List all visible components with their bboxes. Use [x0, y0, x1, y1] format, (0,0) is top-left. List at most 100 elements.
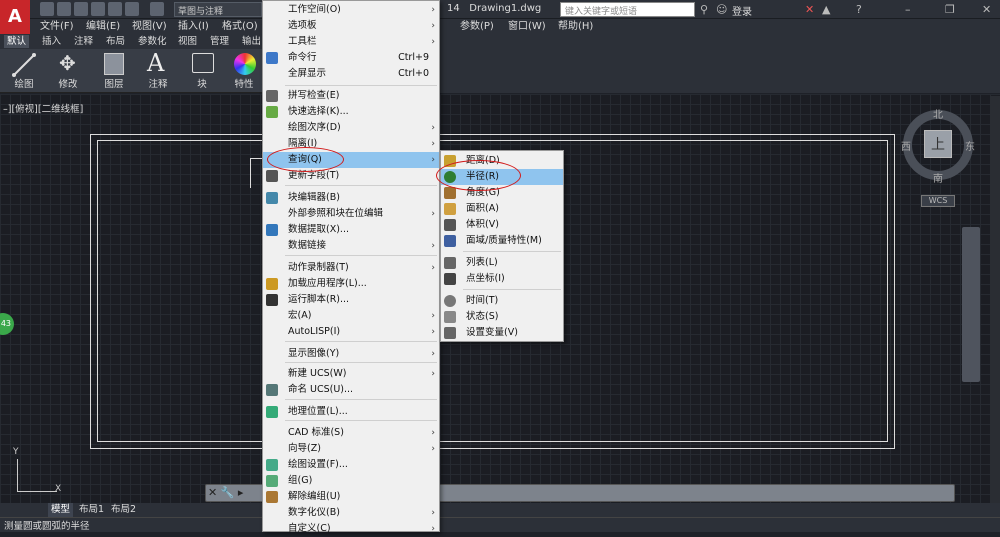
- block-button[interactable]: 块: [182, 49, 222, 93]
- save-as-icon[interactable]: [91, 2, 105, 16]
- tools-menu-item[interactable]: 绘图次序(D) ›: [263, 120, 439, 136]
- close-icon[interactable]: ✕: [982, 3, 991, 16]
- tools-menu-item[interactable]: 全屏显示 Ctrl+0: [263, 66, 439, 82]
- tools-menu-item[interactable]: 选项板 ›: [263, 18, 439, 34]
- minimize-icon[interactable]: –: [905, 3, 911, 16]
- drafting-settings-icon: [266, 459, 278, 471]
- tab-output[interactable]: 输出: [242, 35, 261, 48]
- compass-west[interactable]: 西: [901, 138, 911, 153]
- tools-menu-item-label: 新建 UCS(W): [288, 368, 347, 379]
- tab-parametric[interactable]: 参数化: [138, 35, 167, 48]
- open-file-icon[interactable]: [57, 2, 71, 16]
- search-input[interactable]: 键入关键字或短语: [560, 2, 695, 17]
- tab-manage[interactable]: 管理: [210, 35, 229, 48]
- tools-menu-item[interactable]: 工具栏 ›: [263, 34, 439, 50]
- tools-menu-item[interactable]: 加载应用程序(L)...: [263, 276, 439, 292]
- tools-menu-item[interactable]: 组(G): [263, 473, 439, 489]
- properties-button[interactable]: 特性: [224, 49, 264, 93]
- tools-menu-item[interactable]: 自定义(C) ›: [263, 521, 439, 537]
- draw-button[interactable]: 绘图: [4, 49, 44, 93]
- annotation-label: 注释: [148, 79, 168, 90]
- save-icon[interactable]: [74, 2, 88, 16]
- tab-layout2[interactable]: 布局2: [108, 503, 139, 517]
- tools-menu-item[interactable]: 数字化仪(B) ›: [263, 505, 439, 521]
- tools-menu-item[interactable]: 数据提取(X)...: [263, 222, 439, 238]
- exchange-icon[interactable]: ✕: [805, 3, 814, 16]
- connect-icon[interactable]: ▲: [822, 3, 830, 16]
- vertical-scrollbar[interactable]: [990, 96, 1000, 516]
- tab-layout[interactable]: 布局: [106, 35, 125, 48]
- tools-menu-item-label: 工作空间(O): [288, 4, 341, 15]
- close-icon[interactable]: ✕: [208, 486, 217, 499]
- modify-button[interactable]: ✥ 修改: [48, 49, 88, 93]
- inquiry-menu-item[interactable]: 列表(L): [441, 255, 563, 271]
- tools-menu-item[interactable]: 命名 UCS(U)...: [263, 382, 439, 398]
- group-icon: [266, 475, 278, 487]
- menu-parametric[interactable]: 参数(P): [460, 19, 494, 34]
- quick-select-icon: [266, 106, 278, 118]
- menu-help[interactable]: 帮助(H): [558, 19, 593, 34]
- new-file-icon[interactable]: [40, 2, 54, 16]
- prompt-icon[interactable]: ▸: [238, 486, 244, 499]
- tools-menu-item[interactable]: 显示图像(Y) ›: [263, 346, 439, 362]
- login-button[interactable]: 登录: [732, 3, 752, 18]
- tools-menu-item[interactable]: 向导(Z) ›: [263, 441, 439, 457]
- tools-menu-item[interactable]: 宏(A) ›: [263, 308, 439, 324]
- print-icon[interactable]: [108, 2, 122, 16]
- redo-icon[interactable]: [150, 2, 164, 16]
- inquiry-menu-item[interactable]: 设置变量(V): [441, 325, 563, 341]
- tools-menu-item[interactable]: 快速选择(K)...: [263, 104, 439, 120]
- compass-south[interactable]: 南: [933, 170, 943, 185]
- menu-edit[interactable]: 编辑(E): [86, 19, 120, 34]
- tools-menu-item[interactable]: 动作录制器(T) ›: [263, 260, 439, 276]
- tools-menu-item-label: 加载应用程序(L)...: [288, 278, 367, 289]
- tools-menu-item[interactable]: 数据链接 ›: [263, 238, 439, 254]
- user-icon[interactable]: ☺: [716, 3, 727, 16]
- spell-check-icon: [266, 90, 278, 102]
- tools-menu-item[interactable]: 拼写检查(E): [263, 88, 439, 104]
- inquiry-menu-item[interactable]: 状态(S): [441, 309, 563, 325]
- app-menu-button[interactable]: A: [0, 0, 30, 34]
- help-icon[interactable]: ?: [856, 3, 862, 16]
- menu-window[interactable]: 窗口(W): [508, 19, 546, 34]
- tools-menu-item[interactable]: 地理位置(L)...: [263, 404, 439, 420]
- tools-menu-item[interactable]: 块编辑器(B): [263, 190, 439, 206]
- wcs-menu[interactable]: WCS: [921, 195, 955, 207]
- inquiry-menu-item[interactable]: 时间(T): [441, 293, 563, 309]
- workspace-select[interactable]: 草图与注释: [174, 2, 262, 17]
- tab-model[interactable]: 模型: [48, 503, 74, 517]
- tab-view[interactable]: 视图: [178, 35, 197, 48]
- tools-menu-item[interactable]: AutoLISP(I) ›: [263, 324, 439, 340]
- tools-menu-item[interactable]: 解除编组(U): [263, 489, 439, 505]
- tools-menu-item[interactable]: 外部参照和块在位编辑 ›: [263, 206, 439, 222]
- inquiry-menu-item[interactable]: 点坐标(I): [441, 271, 563, 287]
- inquiry-menu-item[interactable]: 面域/质量特性(M): [441, 233, 563, 249]
- tools-menu-item[interactable]: 命令行 Ctrl+9: [263, 50, 439, 66]
- viewcube-face[interactable]: 上: [924, 130, 952, 158]
- compass-north[interactable]: 北: [933, 106, 943, 121]
- navigation-bar[interactable]: [962, 227, 980, 382]
- tools-menu-item[interactable]: 新建 UCS(W) ›: [263, 366, 439, 382]
- annotation-button[interactable]: A 注释: [138, 49, 178, 93]
- tools-menu-item[interactable]: 工作空间(O) ›: [263, 2, 439, 18]
- inquiry-menu-item[interactable]: 体积(V): [441, 217, 563, 233]
- wrench-icon[interactable]: 🔧: [221, 486, 235, 499]
- binoculars-icon[interactable]: ⚲: [700, 3, 708, 16]
- compass-east[interactable]: 东: [965, 138, 975, 153]
- inquiry-menu-item[interactable]: 面积(A): [441, 201, 563, 217]
- tools-menu-item[interactable]: CAD 标准(S) ›: [263, 425, 439, 441]
- tab-insert[interactable]: 插入: [42, 35, 61, 48]
- menu-view[interactable]: 视图(V): [132, 19, 167, 34]
- undo-icon[interactable]: [125, 2, 139, 16]
- tab-annotate[interactable]: 注释: [74, 35, 93, 48]
- tools-menu-item[interactable]: 运行脚本(R)...: [263, 292, 439, 308]
- menu-format[interactable]: 格式(O): [222, 19, 258, 34]
- menu-insert[interactable]: 插入(I): [178, 19, 209, 34]
- tools-menu-item[interactable]: 绘图设置(F)...: [263, 457, 439, 473]
- tab-layout1[interactable]: 布局1: [76, 503, 107, 517]
- menu-file[interactable]: 文件(F): [40, 19, 74, 34]
- restore-icon[interactable]: ❐: [945, 3, 955, 16]
- viewport-controls[interactable]: –][俯视][二维线框]: [3, 101, 83, 115]
- tab-default[interactable]: 默认: [4, 35, 30, 48]
- layer-button[interactable]: 图层: [94, 49, 134, 93]
